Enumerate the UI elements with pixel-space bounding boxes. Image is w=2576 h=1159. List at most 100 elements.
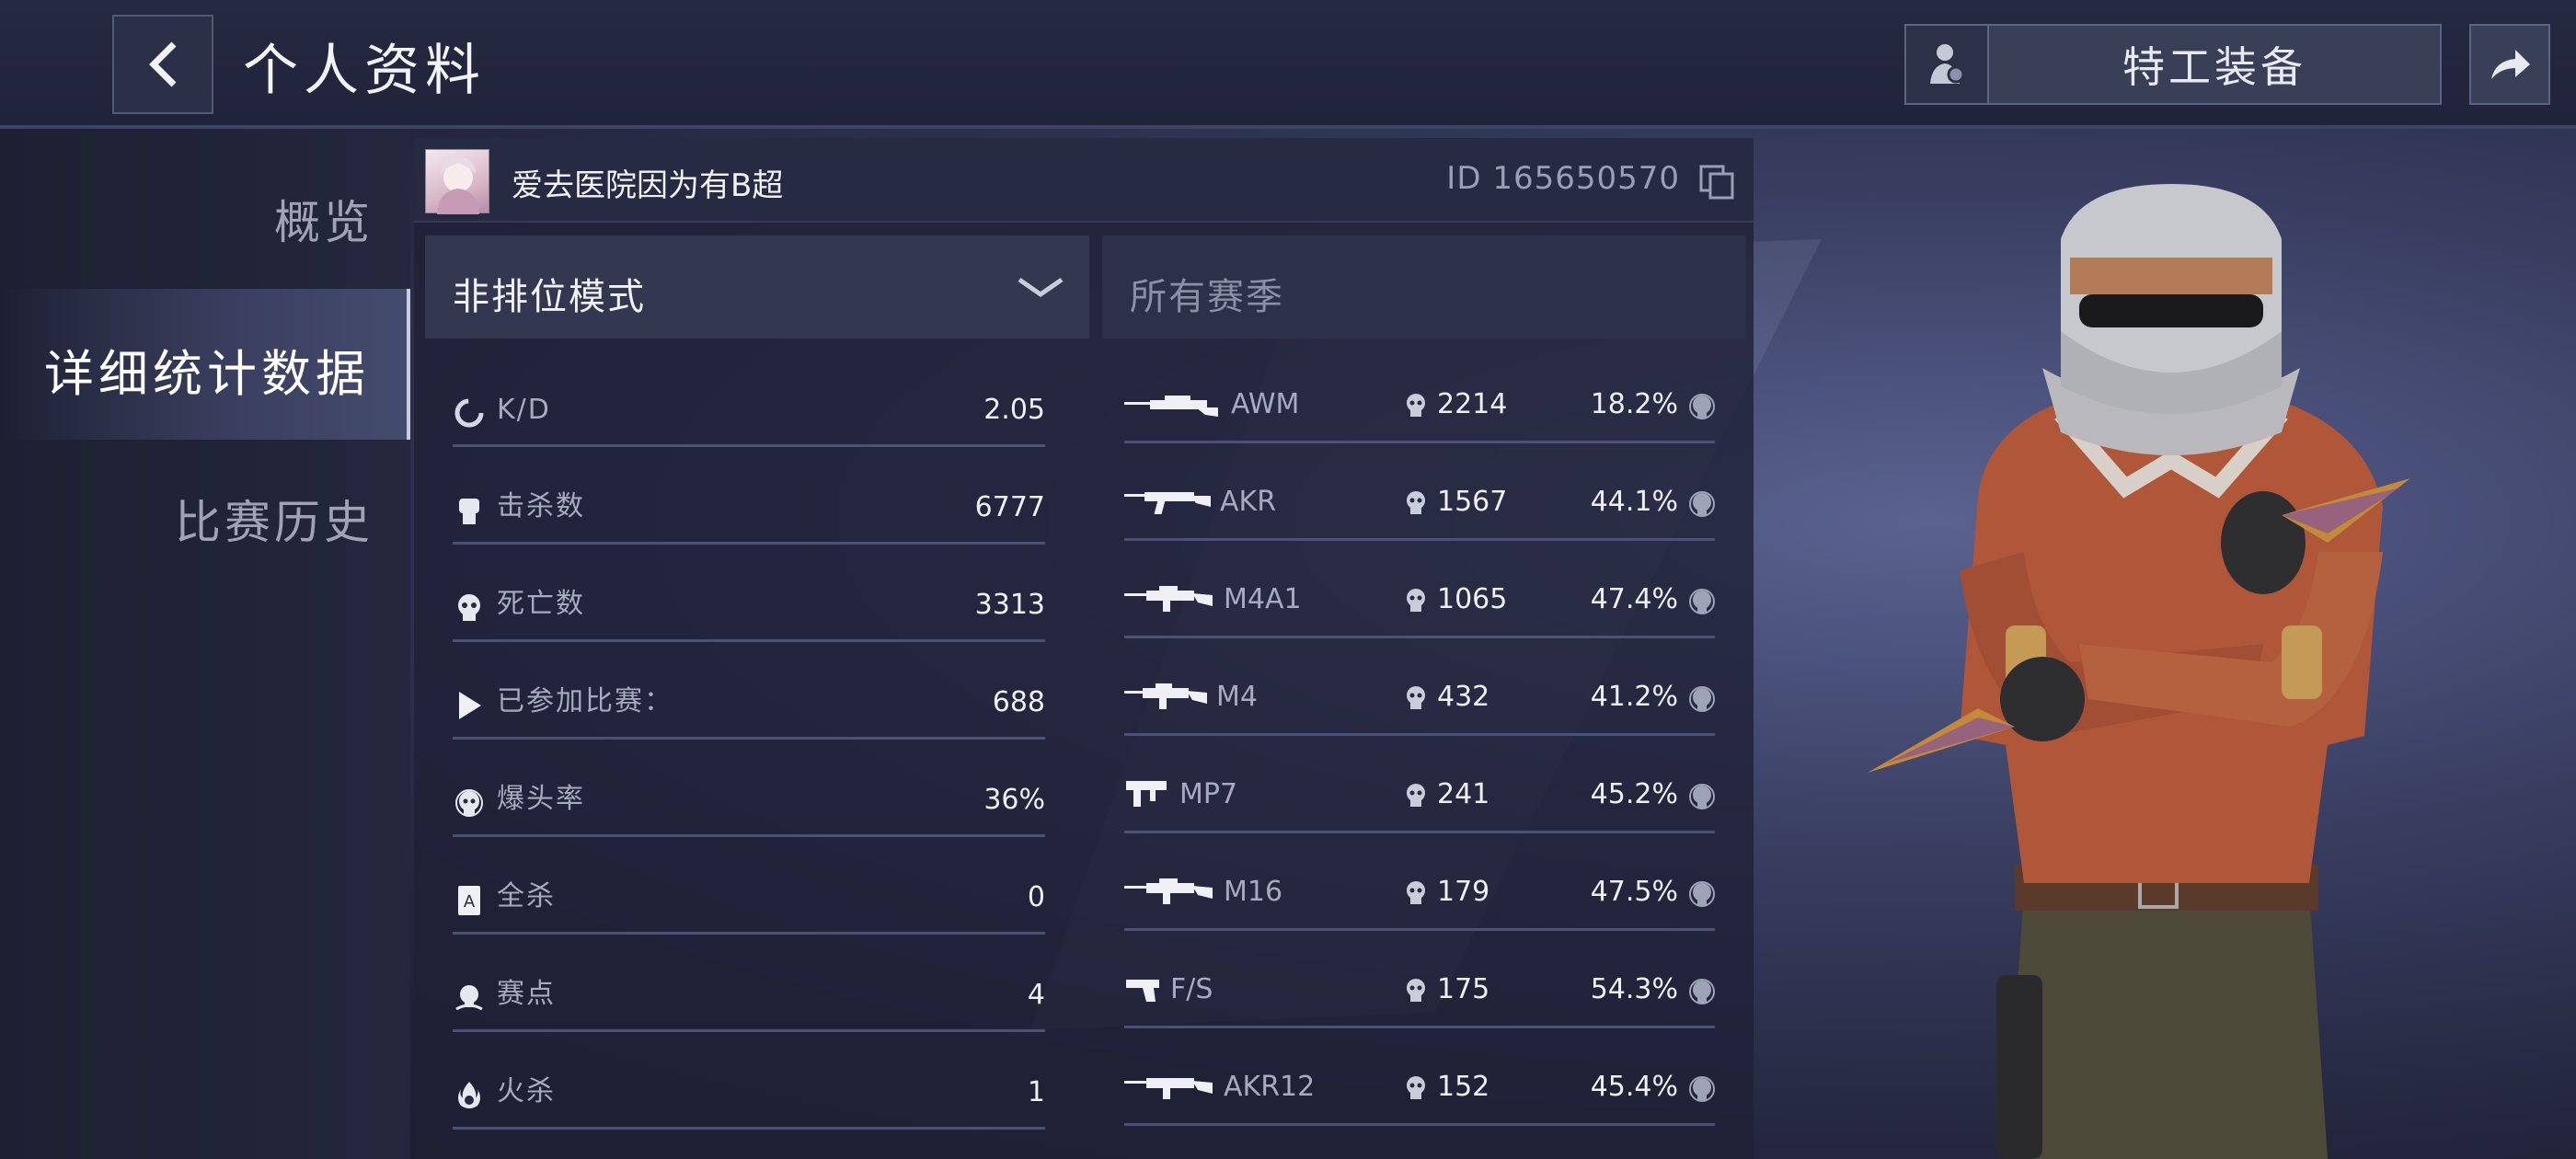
headshot-icon: [1689, 784, 1715, 809]
stat-label: 击杀数: [497, 490, 585, 522]
stat-label: 赛点: [497, 978, 556, 1010]
stat-label: 火杀: [497, 1075, 556, 1107]
nav-item-detailed-stats[interactable]: 详细统计数据: [0, 289, 410, 440]
skull-icon: [1407, 1076, 1425, 1099]
weapon-kills: 175: [1437, 973, 1490, 1005]
skull-icon: [1407, 589, 1425, 612]
submachine-gun-icon: [1126, 781, 1167, 807]
stat-value: 688: [992, 686, 1045, 718]
left-navigation: 概览 详细统计数据 比赛历史: [0, 132, 410, 1159]
stat-value: 2.05: [983, 394, 1045, 426]
weapon-row-akr12[interactable]: AKR12 152 45.4%: [1124, 1028, 1715, 1126]
weapon-kills: 2214: [1437, 388, 1508, 420]
weapon-name: MP7: [1179, 778, 1238, 810]
chevron-left-icon: [149, 41, 177, 87]
headshot-icon: [1689, 394, 1715, 419]
skull-icon: [1407, 686, 1425, 709]
weapon-name: AWM: [1231, 388, 1300, 420]
stat-value: 1: [1027, 1076, 1045, 1108]
stat-row-match-point: 赛点 4: [453, 935, 1045, 1032]
weapon-row-akr[interactable]: AKR 1567 44.1%: [1124, 443, 1715, 541]
weapon-kills: 152: [1437, 1071, 1490, 1103]
share-button[interactable]: [2469, 24, 2550, 105]
avatar[interactable]: [425, 149, 489, 214]
weapon-kills: 1567: [1437, 486, 1508, 518]
weapon-row-awm[interactable]: AWM 2214 18.2%: [1124, 346, 1715, 443]
weapon-headshot-pct: 54.3%: [1590, 973, 1678, 1005]
stat-value: 6777: [974, 491, 1045, 523]
weapon-name: F/S: [1170, 973, 1213, 1005]
copy-icon[interactable]: [1698, 164, 1735, 201]
weapon-row-mp7[interactable]: MP7 241 45.2%: [1124, 736, 1715, 833]
play-icon: [453, 689, 486, 722]
weapon-headshot-pct: 45.4%: [1590, 1071, 1678, 1103]
skull-icon: [1407, 491, 1425, 514]
fire-skull-icon: [453, 1079, 486, 1112]
weapon-name: M16: [1224, 876, 1283, 908]
skull-icon: [1407, 979, 1425, 1002]
headshot-icon: [1689, 1076, 1715, 1102]
headshot-icon: [1689, 589, 1715, 614]
weapon-row-m4a1[interactable]: M4A1 1065 47.4%: [1124, 541, 1715, 638]
fist-icon: [453, 494, 486, 527]
weapon-headshot-pct: 47.4%: [1590, 583, 1678, 615]
weapon-headshot-pct: 47.5%: [1590, 876, 1678, 908]
weapon-row-m4[interactable]: M4 432 41.2%: [1124, 638, 1715, 736]
stat-value: 36%: [983, 784, 1045, 816]
stat-value: 0: [1027, 881, 1045, 913]
stat-row-ace: A 全杀 0: [453, 837, 1045, 935]
stat-value: 3313: [974, 589, 1045, 621]
share-arrow-icon: [2491, 50, 2530, 79]
match-point-icon: [453, 981, 486, 1015]
mode-dropdown-value: 非排位模式: [453, 276, 646, 318]
stats-panel: 爱去医院因为有B超 ID 165650570 非排位模式 所有赛季 K/D 2.…: [414, 138, 1754, 1159]
weapon-kills: 241: [1437, 778, 1490, 810]
headshot-icon: [1689, 491, 1715, 517]
headshot-icon: [453, 786, 486, 820]
stat-label: K/D: [497, 394, 551, 426]
agent-equipment-label: 特工装备: [2122, 42, 2306, 92]
weapon-kills: 1065: [1437, 583, 1508, 615]
weapon-headshot-pct: 45.2%: [1590, 778, 1678, 810]
assault-rifle-icon: [1124, 683, 1207, 709]
season-dropdown[interactable]: 所有赛季: [1102, 235, 1746, 339]
weapon-name: AKR12: [1224, 1071, 1316, 1103]
stat-row-kd: K/D 2.05: [453, 350, 1045, 447]
back-button[interactable]: [112, 15, 213, 114]
stat-label: 全杀: [497, 880, 556, 912]
weapon-row-fs[interactable]: F/S 175 54.3%: [1124, 931, 1715, 1028]
stat-label: 爆头率: [497, 783, 585, 815]
skull-icon: [1407, 881, 1425, 904]
svg-text:A: A: [464, 892, 476, 912]
weapon-headshot-pct: 44.1%: [1590, 486, 1678, 518]
headshot-icon: [1689, 979, 1715, 1004]
headshot-icon: [1689, 686, 1715, 712]
pistol-icon: [1126, 980, 1159, 1002]
assault-rifle-icon: [1124, 586, 1213, 612]
sniper-rifle-icon: [1124, 396, 1218, 417]
stat-row-matches: 已参加比赛： 688: [453, 642, 1045, 740]
weapon-kills: 432: [1437, 681, 1490, 713]
weapon-headshot-pct: 41.2%: [1590, 681, 1678, 713]
assault-rifle-icon: [1124, 1078, 1213, 1099]
player-nickname: 爱去医院因为有B超: [512, 167, 784, 204]
nav-item-overview[interactable]: 概览: [274, 186, 374, 252]
agent-character-model[interactable]: [1849, 184, 2493, 1159]
weapon-headshot-pct: 18.2%: [1590, 388, 1678, 420]
assault-rifle-icon: [1124, 878, 1213, 904]
player-id: ID 165650570: [1446, 160, 1680, 197]
skull-icon: [453, 591, 486, 625]
weapon-row-m16[interactable]: M16 179 47.5%: [1124, 833, 1715, 931]
agent-equipment-button[interactable]: 特工装备: [1904, 24, 2442, 105]
mode-dropdown[interactable]: 非排位模式: [425, 235, 1089, 339]
stat-row-headshot: 爆头率 36%: [453, 740, 1045, 837]
nav-item-label: 详细统计数据: [44, 345, 370, 403]
weapon-name: AKR: [1220, 486, 1277, 518]
nav-item-match-history[interactable]: 比赛历史: [175, 486, 374, 552]
skull-icon: [1407, 394, 1425, 417]
kd-icon: [453, 396, 486, 430]
stat-label: 已参加比赛：: [497, 685, 673, 717]
headshot-icon: [1689, 881, 1715, 907]
weapon-name: M4: [1216, 681, 1258, 713]
profile-bar: 爱去医院因为有B超 ID 165650570: [414, 138, 1754, 223]
